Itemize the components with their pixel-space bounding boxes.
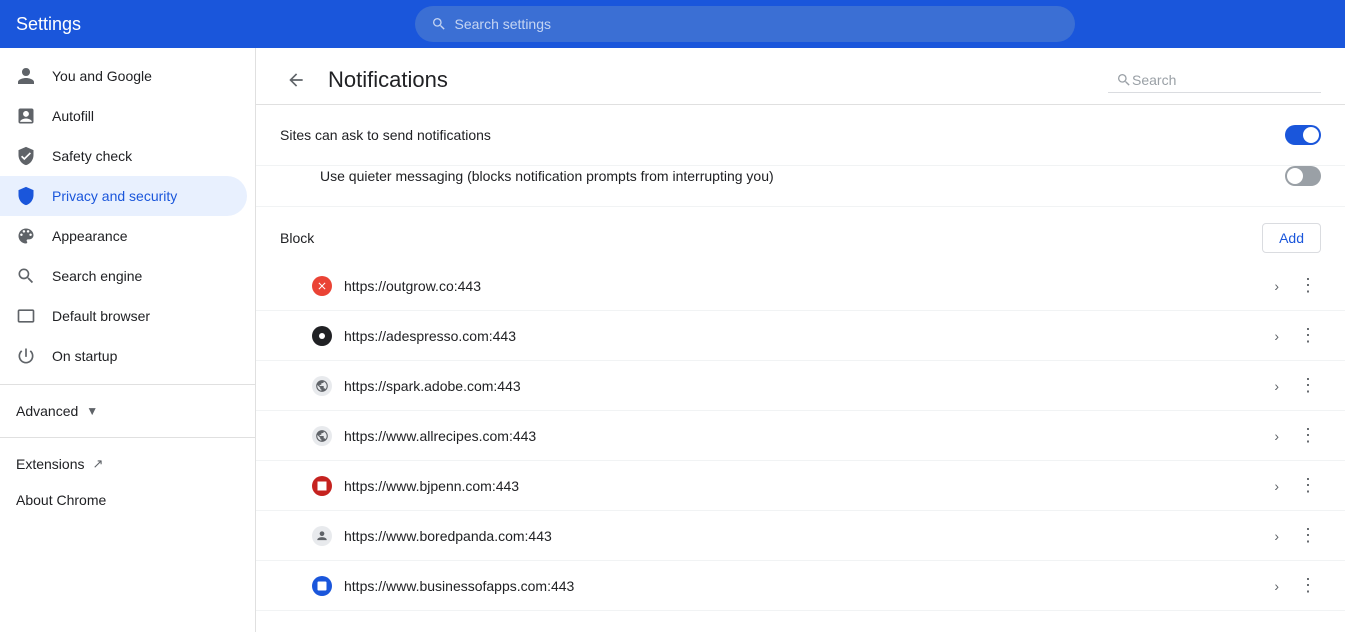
extensions-label: Extensions (16, 456, 84, 472)
appearance-icon (16, 226, 36, 246)
sidebar-about-chrome[interactable]: About Chrome (0, 482, 247, 518)
site-more-menu-7[interactable]: ⋮ (1295, 571, 1321, 600)
site-more-menu-2[interactable]: ⋮ (1295, 321, 1321, 350)
sites-can-ask-row: Sites can ask to send notifications (256, 105, 1345, 166)
site-chevron-icon-5: › (1274, 478, 1279, 494)
sidebar-advanced[interactable]: Advanced ▼ (0, 393, 255, 429)
site-favicon-spark-adobe (312, 376, 332, 396)
site-chevron-icon-2: › (1274, 328, 1279, 344)
sidebar-item-appearance[interactable]: Appearance (0, 216, 247, 256)
sidebar-label-you-and-google: You and Google (52, 68, 152, 84)
add-button[interactable]: Add (1262, 223, 1321, 253)
site-url-allrecipes: https://www.allrecipes.com:443 (344, 428, 1274, 444)
quieter-messaging-toggle[interactable] (1285, 166, 1321, 186)
back-button[interactable] (280, 64, 312, 96)
site-chevron-icon: › (1274, 278, 1279, 294)
chevron-down-icon: ▼ (86, 404, 98, 418)
sidebar-divider-2 (0, 437, 255, 438)
site-chevron-icon-6: › (1274, 528, 1279, 544)
sidebar-item-autofill[interactable]: Autofill (0, 96, 247, 136)
global-search-input[interactable] (455, 16, 1059, 32)
content-area: Notifications Sites can ask to send noti… (256, 48, 1345, 632)
site-chevron-icon-4: › (1274, 428, 1279, 444)
site-url-outgrow: https://outgrow.co:443 (344, 278, 1274, 294)
sidebar-extensions[interactable]: Extensions ↗ (0, 446, 255, 482)
global-search-bar[interactable] (415, 6, 1075, 42)
site-url-bjpenn: https://www.bjpenn.com:443 (344, 478, 1274, 494)
default-browser-icon (16, 306, 36, 326)
sidebar-item-search-engine[interactable]: Search engine (0, 256, 247, 296)
sidebar-item-default-browser[interactable]: Default browser (0, 296, 247, 336)
site-favicon-outgrow (312, 276, 332, 296)
privacy-icon (16, 186, 36, 206)
site-url-spark-adobe: https://spark.adobe.com:443 (344, 378, 1274, 394)
site-row-boredpanda[interactable]: https://www.boredpanda.com:443 › ⋮ (256, 511, 1345, 561)
sidebar-item-you-and-google[interactable]: You and Google (0, 56, 247, 96)
site-favicon-boredpanda (312, 526, 332, 546)
site-favicon-adespresso (312, 326, 332, 346)
sidebar-divider (0, 384, 255, 385)
page-title: Notifications (328, 67, 1108, 93)
autofill-icon (16, 106, 36, 126)
external-link-icon: ↗ (92, 456, 103, 472)
sidebar-label-privacy: Privacy and security (52, 188, 177, 204)
sidebar: You and Google Autofill Safety check Pri… (0, 48, 256, 632)
site-favicon-businessofapps (312, 576, 332, 596)
sidebar-label-on-startup: On startup (52, 348, 117, 364)
sidebar-item-on-startup[interactable]: On startup (0, 336, 247, 376)
toggle-slider-on (1285, 125, 1321, 145)
site-row-spark-adobe[interactable]: https://spark.adobe.com:443 › ⋮ (256, 361, 1345, 411)
sidebar-label-default-browser: Default browser (52, 308, 150, 324)
sidebar-label-autofill: Autofill (52, 108, 94, 124)
block-section-header: Block Add (256, 207, 1345, 261)
site-more-menu-3[interactable]: ⋮ (1295, 371, 1321, 400)
site-more-menu-4[interactable]: ⋮ (1295, 421, 1321, 450)
notifications-header: Notifications (256, 48, 1345, 105)
site-row-adespresso[interactable]: https://adespresso.com:443 › ⋮ (256, 311, 1345, 361)
sidebar-item-safety-check[interactable]: Safety check (0, 136, 247, 176)
site-row-bjpenn[interactable]: https://www.bjpenn.com:443 › ⋮ (256, 461, 1345, 511)
topbar: Settings (0, 0, 1345, 48)
search-icon (431, 16, 447, 32)
site-more-menu-6[interactable]: ⋮ (1295, 521, 1321, 550)
sidebar-item-privacy-and-security[interactable]: Privacy and security (0, 176, 247, 216)
site-url-businessofapps: https://www.businessofapps.com:443 (344, 578, 1274, 594)
site-url-boredpanda: https://www.boredpanda.com:443 (344, 528, 1274, 544)
toggle-slider-off (1285, 166, 1321, 186)
quieter-messaging-row: Use quieter messaging (blocks notificati… (256, 166, 1345, 207)
header-search-input[interactable] (1132, 72, 1313, 88)
advanced-label: Advanced (16, 403, 78, 419)
sidebar-label-search-engine: Search engine (52, 268, 142, 284)
person-icon (16, 66, 36, 86)
search-engine-icon (16, 266, 36, 286)
site-more-menu-5[interactable]: ⋮ (1295, 471, 1321, 500)
safety-check-icon (16, 146, 36, 166)
block-label: Block (280, 230, 314, 246)
sites-can-ask-toggle[interactable] (1285, 125, 1321, 145)
header-search-icon (1116, 72, 1132, 88)
sites-can-ask-label: Sites can ask to send notifications (280, 127, 1285, 143)
site-more-menu[interactable]: ⋮ (1295, 271, 1321, 300)
sidebar-label-appearance: Appearance (52, 228, 128, 244)
site-row-allrecipes[interactable]: https://www.allrecipes.com:443 › ⋮ (256, 411, 1345, 461)
app-title: Settings (16, 14, 136, 35)
site-row-businessofapps[interactable]: https://www.businessofapps.com:443 › ⋮ (256, 561, 1345, 611)
quieter-messaging-label: Use quieter messaging (blocks notificati… (320, 168, 1285, 184)
site-favicon-bjpenn (312, 476, 332, 496)
sidebar-label-safety-check: Safety check (52, 148, 132, 164)
header-search-box[interactable] (1108, 68, 1321, 93)
site-favicon-allrecipes (312, 426, 332, 446)
site-url-adespresso: https://adespresso.com:443 (344, 328, 1274, 344)
site-chevron-icon-3: › (1274, 378, 1279, 394)
main-layout: You and Google Autofill Safety check Pri… (0, 48, 1345, 632)
site-row-outgrow[interactable]: https://outgrow.co:443 › ⋮ (256, 261, 1345, 311)
on-startup-icon (16, 346, 36, 366)
site-chevron-icon-7: › (1274, 578, 1279, 594)
about-chrome-label: About Chrome (16, 492, 106, 508)
